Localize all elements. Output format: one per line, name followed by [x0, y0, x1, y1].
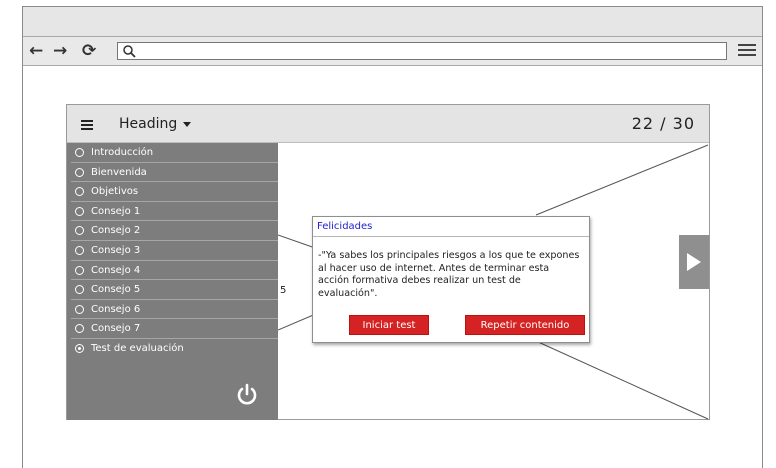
reload-icon[interactable]: ⟳: [82, 41, 96, 61]
radio-icon: [75, 187, 84, 197]
radio-icon: [75, 324, 84, 334]
sidebar-item-label: Test de evaluación: [91, 342, 184, 354]
sidebar-item-label: Consejo 1: [91, 205, 141, 217]
sidebar-item-label: Consejo 7: [91, 323, 141, 335]
search-icon: [123, 45, 136, 58]
sidebar-item-label: Consejo 3: [91, 244, 141, 256]
radio-selected-icon: [75, 343, 84, 353]
page-counter: 22 / 30: [631, 114, 695, 133]
radio-icon: [75, 167, 84, 177]
heading-dropdown[interactable]: Heading: [119, 116, 177, 132]
sidebar-item[interactable]: Consejo 3: [71, 241, 278, 261]
back-icon[interactable]: ←: [29, 41, 43, 61]
radio-icon: [75, 148, 84, 157]
url-input[interactable]: [117, 42, 727, 60]
browser-titlebar: [23, 7, 762, 37]
play-arrow-icon: [687, 253, 701, 271]
sidebar: Introducción Bienvenida Objetivos Consej…: [67, 143, 278, 420]
sidebar-item[interactable]: Consejo 2: [71, 221, 278, 241]
sidebar-item[interactable]: Consejo 1: [71, 202, 278, 222]
dialog-title: Felicidades: [313, 217, 589, 237]
sidebar-item[interactable]: Consejo 6: [71, 300, 278, 320]
next-button[interactable]: [679, 235, 709, 289]
chevron-down-icon[interactable]: [183, 122, 191, 127]
content-fragment-text: 5: [280, 285, 287, 296]
browser-toolbar: ← → ⟳: [23, 37, 762, 66]
sidebar-item[interactable]: Consejo 5: [71, 280, 278, 300]
sidebar-item[interactable]: Introducción: [71, 143, 278, 163]
sidebar-item-label: Consejo 4: [91, 264, 141, 276]
dialog-message: -"Ya sabes los principales riesgos a los…: [318, 250, 580, 299]
sidebar-item-active[interactable]: Test de evaluación: [71, 339, 278, 359]
sidebar-item-label: Consejo 2: [91, 225, 141, 237]
radio-icon: [75, 245, 84, 255]
power-icon[interactable]: [235, 383, 259, 407]
sidebar-item[interactable]: Consejo 7: [71, 319, 278, 339]
repeat-content-button[interactable]: Repetir contenido: [465, 315, 585, 335]
browser-menu-icon[interactable]: [738, 44, 756, 59]
radio-icon: [75, 206, 84, 216]
hamburger-icon[interactable]: [81, 120, 93, 132]
sidebar-item-label: Bienvenida: [91, 166, 147, 178]
congrats-dialog: Felicidades -"Ya sabes los principales r…: [312, 216, 590, 343]
app-header: Heading 22 / 30: [67, 105, 709, 143]
sidebar-item-label: Consejo 5: [91, 284, 141, 296]
sidebar-item-label: Consejo 6: [91, 303, 141, 315]
radio-icon: [75, 226, 84, 236]
sidebar-item[interactable]: Consejo 4: [71, 261, 278, 281]
sidebar-item-label: Introducción: [91, 147, 154, 158]
sidebar-item[interactable]: Bienvenida: [71, 163, 278, 183]
radio-icon: [75, 265, 84, 275]
start-test-button[interactable]: Iniciar test: [349, 315, 429, 335]
sidebar-item-label: Objetivos: [91, 186, 139, 198]
forward-icon[interactable]: →: [53, 41, 67, 61]
sidebar-item[interactable]: Objetivos: [71, 182, 278, 202]
radio-icon: [75, 285, 84, 295]
radio-icon: [75, 304, 84, 314]
